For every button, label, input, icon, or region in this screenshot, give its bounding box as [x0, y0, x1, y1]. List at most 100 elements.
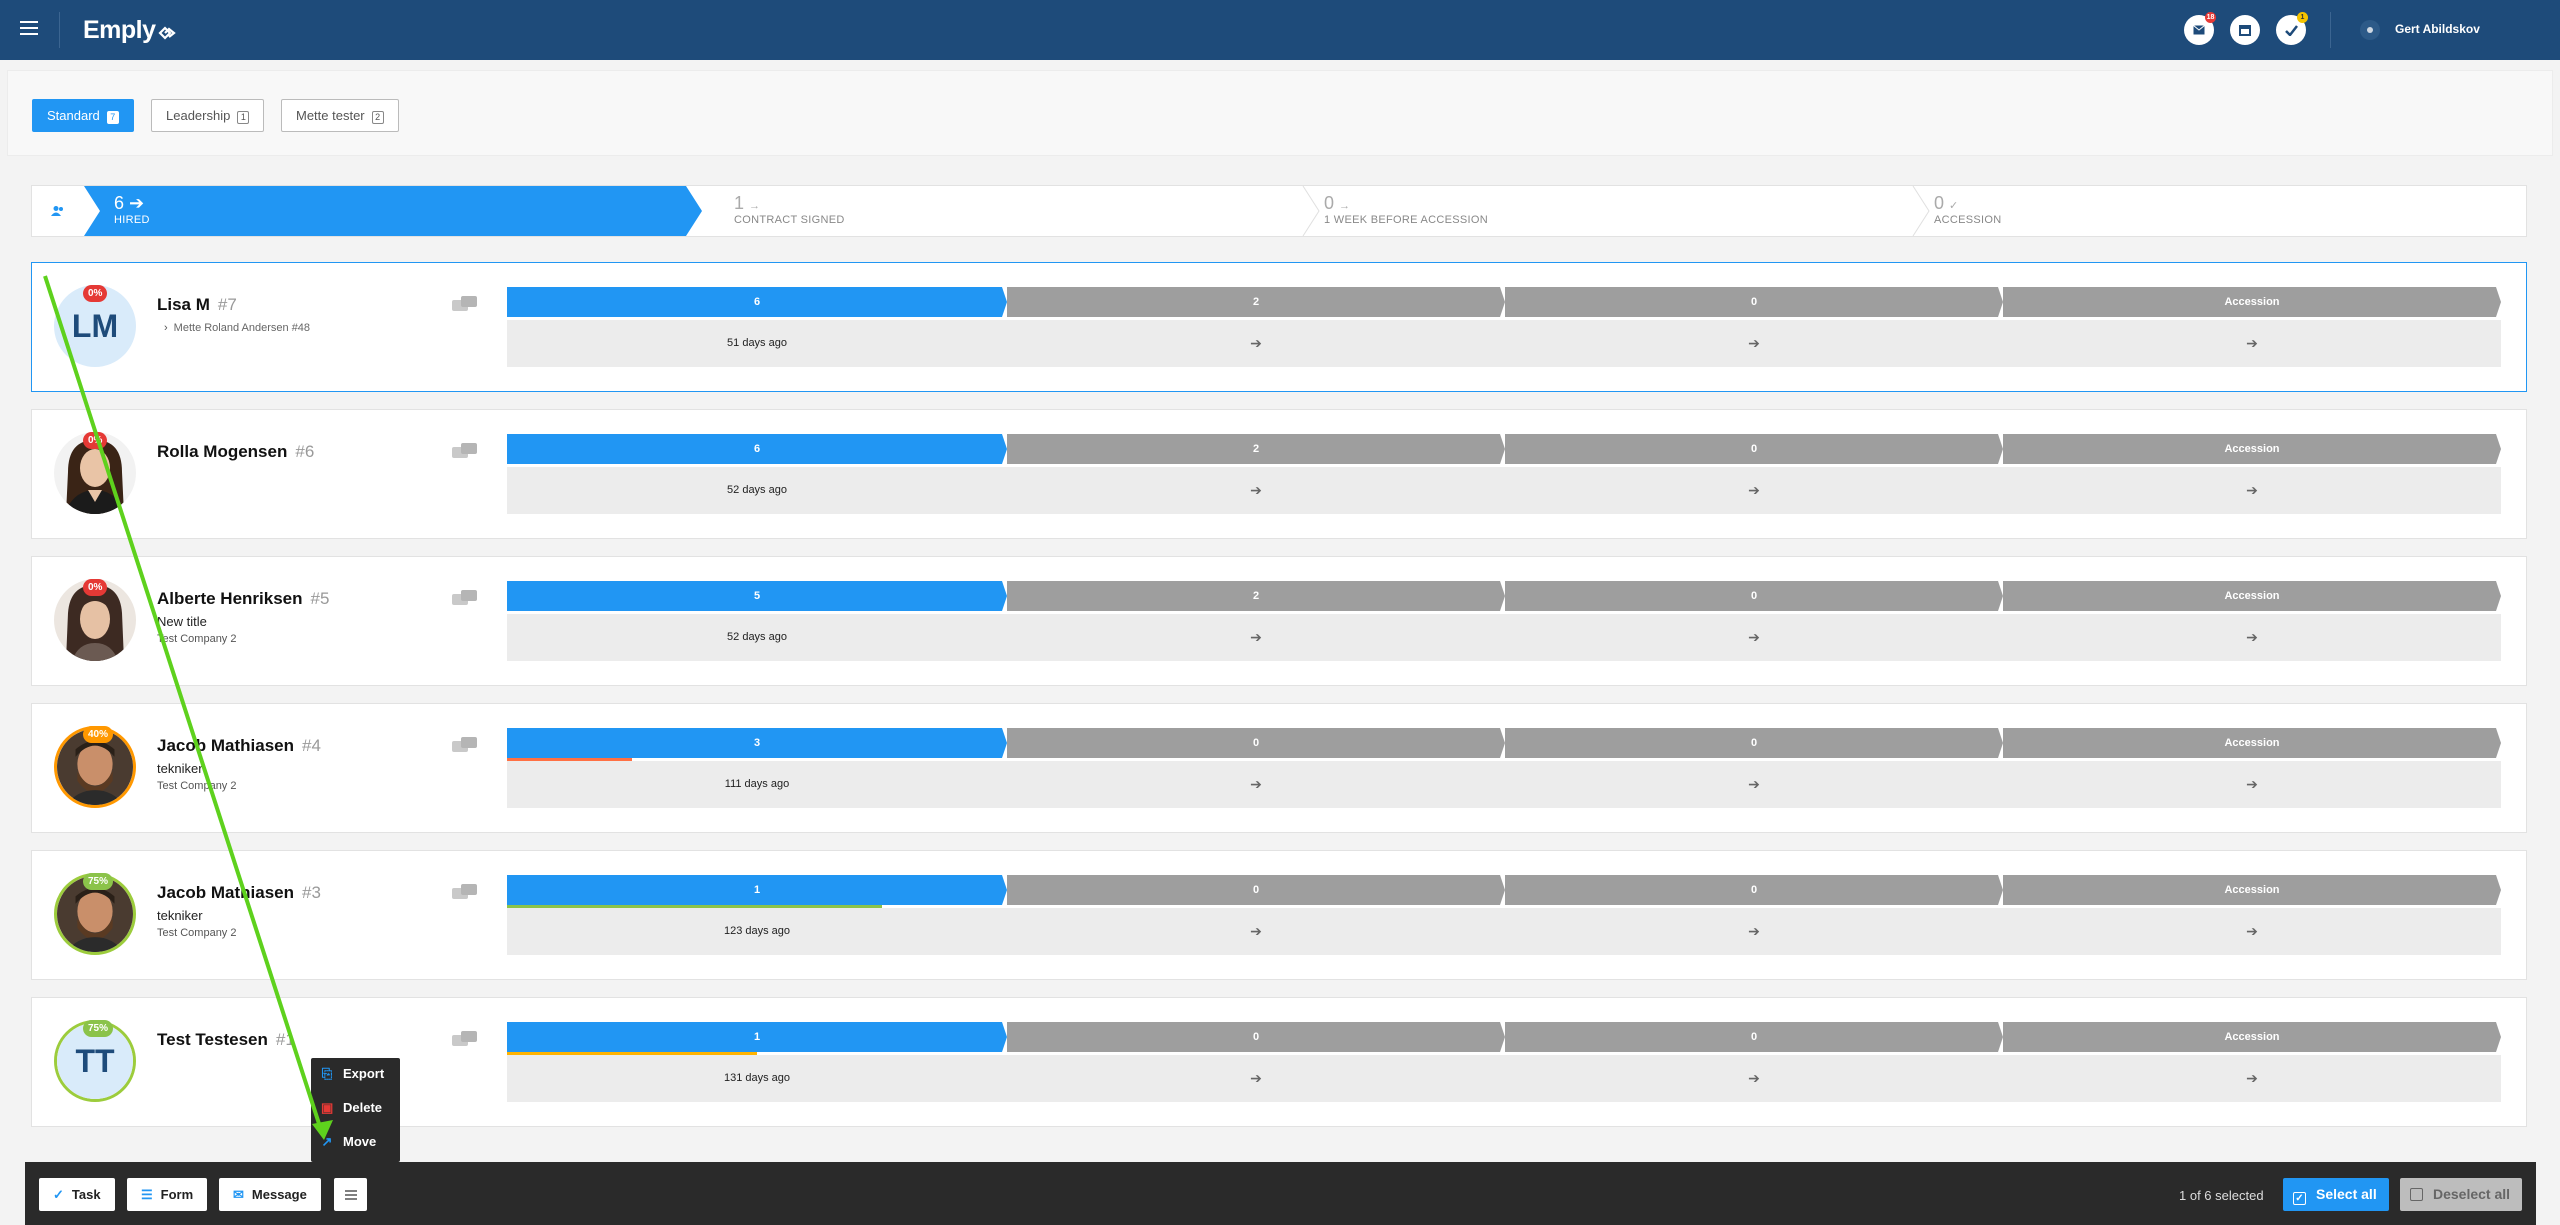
stage-cell[interactable]: 0 ➔: [1505, 581, 2003, 661]
stage-cell[interactable]: 1 131 days ago: [507, 1022, 1007, 1102]
candidate-card[interactable]: 75% Jacob Mathiasen #3 tekniker Test Comp…: [31, 850, 2527, 980]
stage-1-week-before-accession[interactable]: 0 → 1 WEEK BEFORE ACCESSION: [1312, 186, 1922, 236]
arrow-right-icon: ➔: [1505, 467, 2003, 514]
calendar-button[interactable]: [2230, 15, 2260, 45]
candidate-stage-track: 5 52 days ago 2 ➔ 0 ➔ Accession ➔: [507, 581, 2501, 661]
arrow-right-icon: ➔: [1007, 320, 1505, 367]
stage-cell[interactable]: 0 ➔: [1007, 875, 1505, 955]
menu-item-move[interactable]: ↗ Move: [321, 1132, 377, 1152]
stage-cell[interactable]: 0 ➔: [1505, 875, 2003, 955]
candidate-stage-track: 1 123 days ago 0 ➔ 0 ➔ Accession ➔: [507, 875, 2501, 955]
completion-badge: 0%: [83, 579, 108, 596]
select-all-button[interactable]: ✓ Select all: [2283, 1178, 2389, 1211]
stage-cell[interactable]: 0 ➔: [1505, 728, 2003, 808]
filter-mette-tester[interactable]: Mette tester 2: [281, 99, 399, 132]
mail-button[interactable]: 18: [2184, 12, 2216, 45]
task-button[interactable]: ✓ Task: [39, 1178, 115, 1211]
bulk-action-bar: ✓ Task ☰ Form ✉ Message 1 of 6 selected ✓ Se…: [25, 1162, 2536, 1225]
arrow-right-icon: ➔: [1007, 467, 1505, 514]
stage-cell[interactable]: 2 ➔: [1007, 287, 1505, 367]
stage-cell[interactable]: 3 111 days ago: [507, 728, 1007, 808]
stage-cell[interactable]: 5 52 days ago: [507, 581, 1007, 661]
stage-cell[interactable]: 2 ➔: [1007, 581, 1505, 661]
form-button[interactable]: ☰ Form: [127, 1178, 208, 1211]
mail-icon: ✉: [233, 1187, 244, 1202]
candidate-card[interactable]: 0% Rolla Mogensen #6 6 52 days ago 2 ➔ 0 ➔ A…: [31, 409, 2527, 539]
arrow-right-icon: ➔: [1505, 761, 2003, 808]
stage-cell[interactable]: Accession ➔: [2003, 434, 2501, 514]
filter-standard[interactable]: Standard 7: [32, 99, 134, 132]
arrow-right-icon: ➔: [1505, 320, 2003, 367]
candidate-stage-track: 6 51 days ago 2 ➔ 0 ➔ Accession ➔: [507, 287, 2501, 367]
stage-cell[interactable]: 0 ➔: [1007, 728, 1505, 808]
candidate-name[interactable]: Alberte Henriksen #5: [157, 589, 329, 609]
export-icon: ⎘: [321, 1066, 333, 1081]
checkbox-icon: ✓: [2293, 1192, 2306, 1205]
stage-cell[interactable]: 0 ➔: [1007, 1022, 1505, 1102]
completion-badge: 0%: [83, 432, 108, 449]
arrow-right-icon: ➔: [2003, 614, 2501, 661]
candidate-title: tekniker: [157, 908, 203, 923]
candidate-name[interactable]: Jacob Mathiasen #3: [157, 883, 321, 903]
stage-cell[interactable]: 0 ➔: [1505, 434, 2003, 514]
candidate-name[interactable]: Rolla Mogensen #6: [157, 442, 314, 462]
candidate-card[interactable]: 40% Jacob Mathiasen #4 tekniker Test Comp…: [31, 703, 2527, 833]
candidate-card[interactable]: 0% Alberte Henriksen #5 New title Test Co…: [31, 556, 2527, 686]
stage-cell[interactable]: Accession ➔: [2003, 1022, 2501, 1102]
arrow-right-icon: ➔: [1007, 761, 1505, 808]
stage-cell[interactable]: 0 ➔: [1505, 287, 2003, 367]
user-avatar-icon[interactable]: [2360, 20, 2380, 40]
referrer-link[interactable]: › Mette Roland Andersen #48: [164, 322, 310, 334]
candidate-company: Test Company 2: [157, 780, 237, 792]
menu-item-export[interactable]: ⎘ Export: [321, 1064, 384, 1084]
stage-cell[interactable]: Accession ➔: [2003, 728, 2501, 808]
emply-logo[interactable]: Emply: [83, 16, 176, 45]
candidate-title: tekniker: [157, 761, 203, 776]
comments-icon[interactable]: [452, 442, 478, 462]
more-actions-button[interactable]: [334, 1178, 367, 1211]
deselect-all-button[interactable]: Deselect all: [2400, 1178, 2523, 1211]
arrow-right-icon: ➔: [1505, 614, 2003, 661]
tasks-button[interactable]: 1: [2276, 12, 2308, 45]
stage-cell[interactable]: 1 123 days ago: [507, 875, 1007, 955]
stage-hired[interactable]: 6 ➔ HIRED: [84, 186, 702, 236]
candidate-card[interactable]: TT 75% Test Testesen #1 1 131 days ago 0 ➔ …: [31, 997, 2527, 1127]
comments-icon[interactable]: [452, 1030, 478, 1050]
completion-badge: 0%: [83, 285, 108, 302]
comments-icon[interactable]: [452, 736, 478, 756]
stage-cell[interactable]: 6 51 days ago: [507, 287, 1007, 367]
stage-cell[interactable]: Accession ➔: [2003, 875, 2501, 955]
candidates-icon[interactable]: [32, 186, 84, 236]
move-arrow-icon: ↗: [321, 1134, 333, 1149]
stage-cell[interactable]: Accession ➔: [2003, 581, 2501, 661]
comments-icon[interactable]: [452, 295, 478, 315]
candidate-name[interactable]: Lisa M #7: [157, 295, 237, 315]
arrow-right-icon: ➔: [129, 193, 145, 213]
comments-icon[interactable]: [452, 589, 478, 609]
message-button[interactable]: ✉ Message: [219, 1178, 321, 1211]
stage-cell[interactable]: 6 52 days ago: [507, 434, 1007, 514]
arrow-right-icon: ➔: [1505, 908, 2003, 955]
stage-accession[interactable]: 0 ✓ ACCESSION: [1922, 186, 2526, 236]
user-name[interactable]: Gert Abildskov: [2395, 22, 2480, 36]
stage-cell[interactable]: 0 ➔: [1505, 1022, 2003, 1102]
comments-icon[interactable]: [452, 883, 478, 903]
arrow-right-icon: ➔: [2003, 1055, 2501, 1102]
arrow-right-icon: ➔: [2003, 320, 2501, 367]
menu-icon[interactable]: [20, 21, 38, 35]
stage-cell[interactable]: 2 ➔: [1007, 434, 1505, 514]
menu-item-delete[interactable]: ▣ Delete: [321, 1098, 382, 1118]
candidate-card[interactable]: LM 0% Lisa M #7 › Mette Roland Andersen #4…: [31, 262, 2527, 392]
arrow-right-icon: ➔: [1007, 908, 1505, 955]
list-icon: [344, 1189, 357, 1200]
stage-contract-signed[interactable]: 1 → CONTRACT SIGNED: [702, 186, 1312, 236]
completion-badge: 40%: [83, 726, 114, 743]
candidate-name[interactable]: Test Testesen #1: [157, 1030, 295, 1050]
candidate-name[interactable]: Jacob Mathiasen #4: [157, 736, 321, 756]
completion-badge: 75%: [83, 1020, 114, 1037]
candidate-company: Test Company 2: [157, 927, 237, 939]
candidate-stage-track: 1 131 days ago 0 ➔ 0 ➔ Accession ➔: [507, 1022, 2501, 1102]
filter-leadership[interactable]: Leadership 1: [151, 99, 265, 132]
candidate-company: Test Company 2: [157, 633, 237, 645]
stage-cell[interactable]: Accession ➔: [2003, 287, 2501, 367]
